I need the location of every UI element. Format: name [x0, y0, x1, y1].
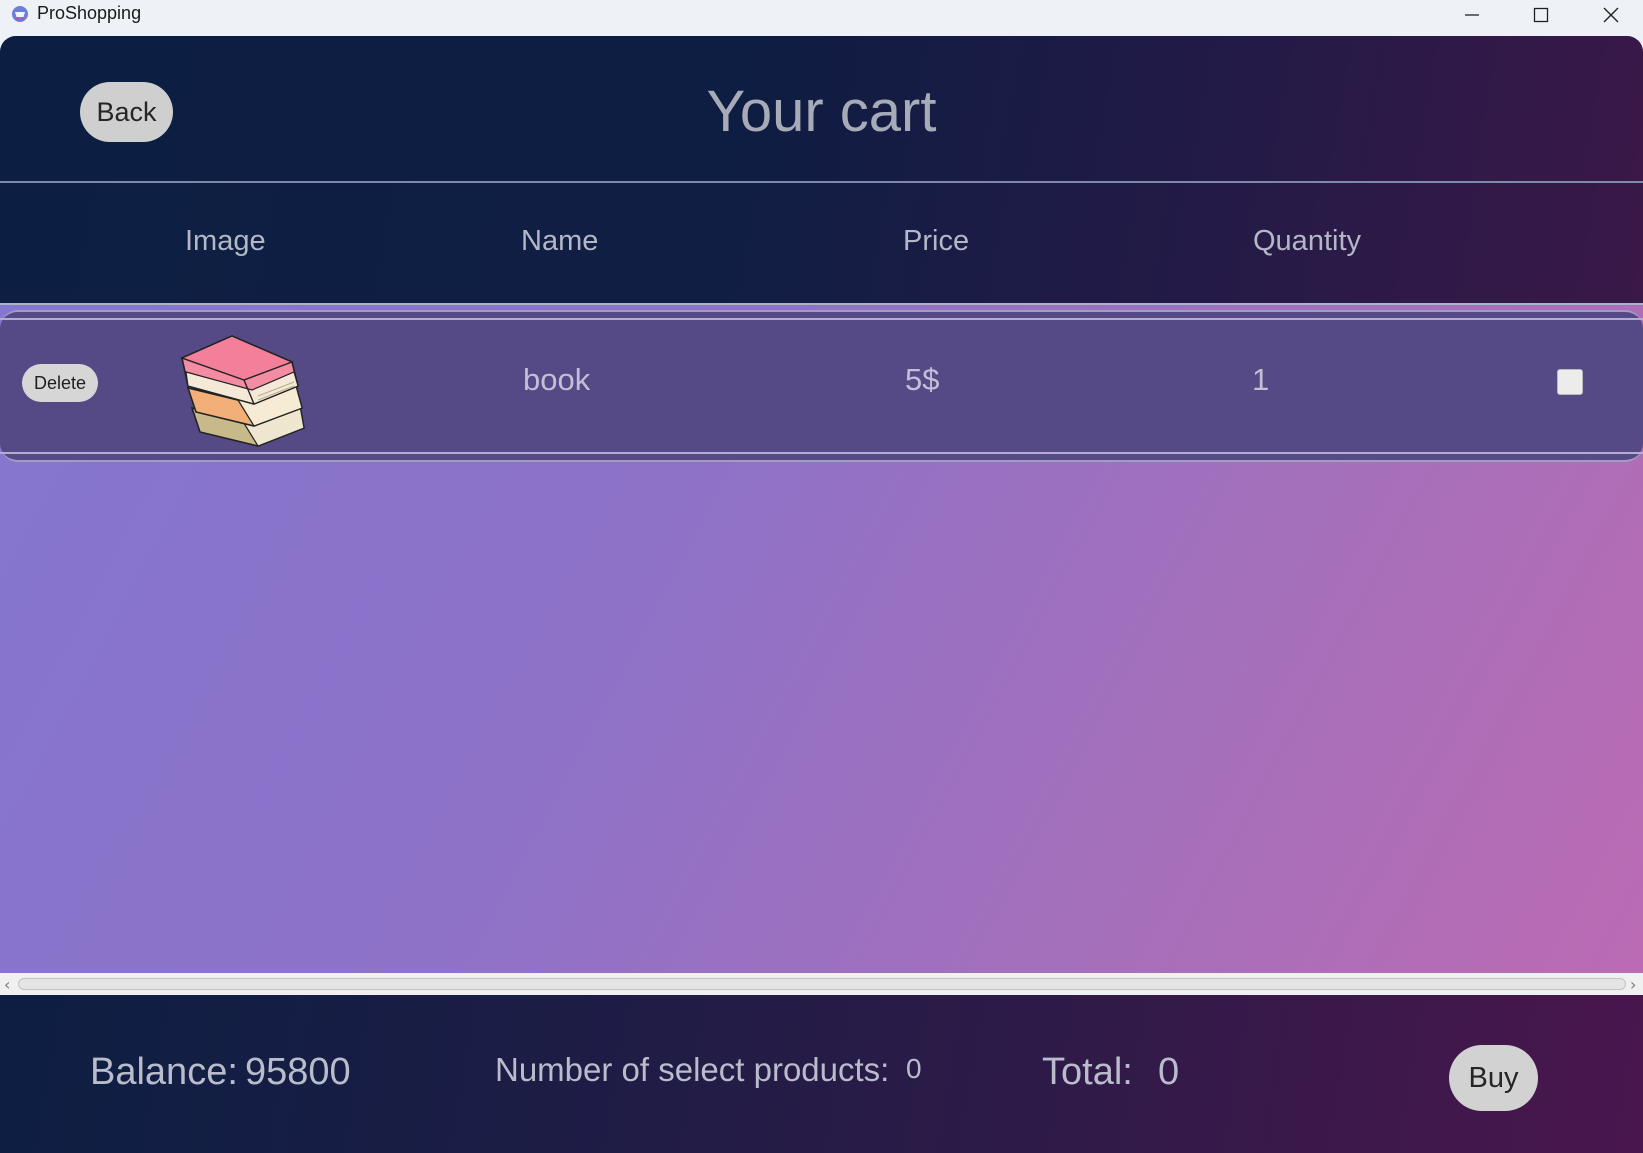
cart-item-price: 5$: [905, 362, 940, 397]
balance-value: 95800: [245, 1051, 351, 1093]
selected-count-value: 0: [906, 1053, 922, 1084]
minimize-button[interactable]: [1440, 0, 1504, 30]
maximize-icon: [1533, 7, 1549, 23]
minimize-icon: [1465, 14, 1479, 16]
close-button[interactable]: [1579, 0, 1643, 30]
cart-item-name: book: [523, 362, 591, 397]
cart-table-header: Image Name Price Quantity: [0, 183, 1643, 305]
scroll-right-icon[interactable]: ›: [1630, 975, 1636, 994]
column-header-quantity: Quantity: [1253, 225, 1361, 257]
select-item-checkbox[interactable]: [1557, 369, 1583, 395]
window-title: ProShopping: [37, 3, 142, 23]
cart-item-row: Delete book 5$ 1: [0, 310, 1643, 462]
close-icon: [1603, 7, 1619, 23]
buy-button[interactable]: Buy: [1449, 1045, 1538, 1111]
cart-summary-footer: Balance: 95800 Number of select products…: [0, 995, 1643, 1153]
header: Back Your cart: [0, 36, 1643, 183]
delete-button[interactable]: Delete: [22, 364, 98, 402]
horizontal-scrollbar[interactable]: ‹ ›: [0, 973, 1643, 995]
balance-label: Balance:: [90, 1051, 238, 1093]
total-value: 0: [1158, 1051, 1180, 1093]
column-header-name: Name: [521, 225, 599, 257]
row-divider: [0, 452, 1643, 454]
title-bar: ProShopping: [0, 0, 1643, 36]
maximize-button[interactable]: [1509, 0, 1573, 30]
app-surface: Back Your cart Image Name Price Quantity…: [0, 36, 1643, 1153]
column-header-price: Price: [903, 225, 970, 257]
book-stack-icon: [180, 335, 305, 447]
cart-item-quantity: 1: [1252, 362, 1270, 397]
selected-count-label: Number of select products:: [495, 1051, 890, 1088]
column-header-image: Image: [185, 225, 266, 257]
row-divider: [0, 318, 1643, 320]
scrollbar-thumb[interactable]: [18, 978, 1626, 990]
total-label: Total:: [1042, 1051, 1133, 1093]
page-title: Your cart: [706, 79, 937, 144]
scroll-left-icon[interactable]: ‹: [4, 975, 10, 994]
app-icon: [12, 6, 28, 22]
